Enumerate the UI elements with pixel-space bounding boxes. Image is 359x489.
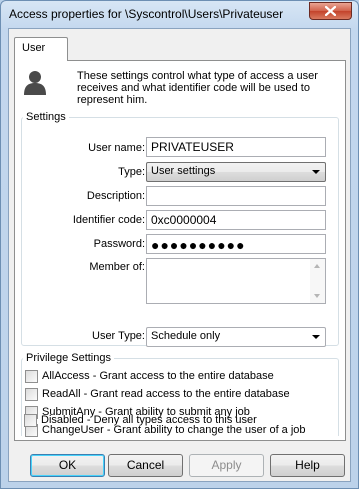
password-label: Password: <box>93 238 145 250</box>
member-of-scrollbar[interactable] <box>310 259 325 303</box>
user-type-select[interactable]: Schedule only <box>146 327 326 347</box>
scroll-up-icon[interactable] <box>314 264 320 268</box>
chevron-down-icon <box>312 335 320 339</box>
disabled-checkbox[interactable] <box>24 413 37 427</box>
user-name-field[interactable]: PRIVATEUSER <box>146 137 326 157</box>
password-field[interactable]: ●●●●●●●●●● <box>146 234 326 254</box>
close-button[interactable] <box>309 2 352 20</box>
description-field[interactable] <box>146 186 326 206</box>
disabled-checkbox-row[interactable]: Disabled - Deny all types access to this… <box>24 413 257 427</box>
close-icon <box>325 6 336 16</box>
user-type-select-value: Schedule only <box>151 330 221 342</box>
readall-checkbox[interactable] <box>25 387 38 401</box>
description-label: Description: <box>86 190 145 202</box>
scroll-down-icon[interactable] <box>314 294 320 298</box>
member-of-label: Member of: <box>89 261 145 273</box>
identifier-code-field[interactable]: 0xc0000004 <box>146 210 326 230</box>
allaccess-label: AllAccess - Grant access to the entire d… <box>42 370 274 382</box>
disabled-label: Disabled - Deny all types access to this… <box>41 414 257 426</box>
dialog-window: Access properties for \Syscontrol\Users\… <box>0 0 359 489</box>
window-title: Access properties for \Syscontrol\Users\… <box>9 7 284 21</box>
ok-button[interactable]: OK <box>30 454 105 477</box>
tab-user[interactable]: User <box>14 37 68 61</box>
chevron-down-icon <box>312 170 320 174</box>
help-button[interactable]: Help <box>270 454 345 477</box>
privilege-settings-label: Privilege Settings <box>23 352 114 364</box>
allaccess-checkbox[interactable] <box>25 369 38 383</box>
identifier-code-label: Identifier code: <box>72 214 145 226</box>
title-bar[interactable]: Access properties for \Syscontrol\Users\… <box>1 1 358 27</box>
tab-user-label: User <box>22 42 46 54</box>
settings-group-label: Settings <box>23 111 69 123</box>
user-type-label: User Type: <box>92 330 145 342</box>
type-select-value: User settings <box>151 165 216 177</box>
member-of-list[interactable] <box>146 258 326 304</box>
dialog-client-area: User These settings control what type of… <box>8 28 351 482</box>
readall-checkbox-row[interactable]: ReadAll - Grant read access to the entir… <box>25 387 290 401</box>
info-description: These settings control what type of acce… <box>77 70 318 106</box>
cancel-button[interactable]: Cancel <box>108 454 183 477</box>
user-name-label: User name: <box>88 142 145 154</box>
allaccess-checkbox-row[interactable]: AllAccess - Grant access to the entire d… <box>25 369 274 383</box>
type-select[interactable]: User settings <box>146 162 326 182</box>
tab-panel-user: These settings control what type of acce… <box>14 60 346 441</box>
user-icon <box>23 68 47 96</box>
apply-button[interactable]: Apply <box>189 454 264 477</box>
readall-label: ReadAll - Grant read access to the entir… <box>42 388 290 400</box>
type-label: Type: <box>118 166 145 178</box>
